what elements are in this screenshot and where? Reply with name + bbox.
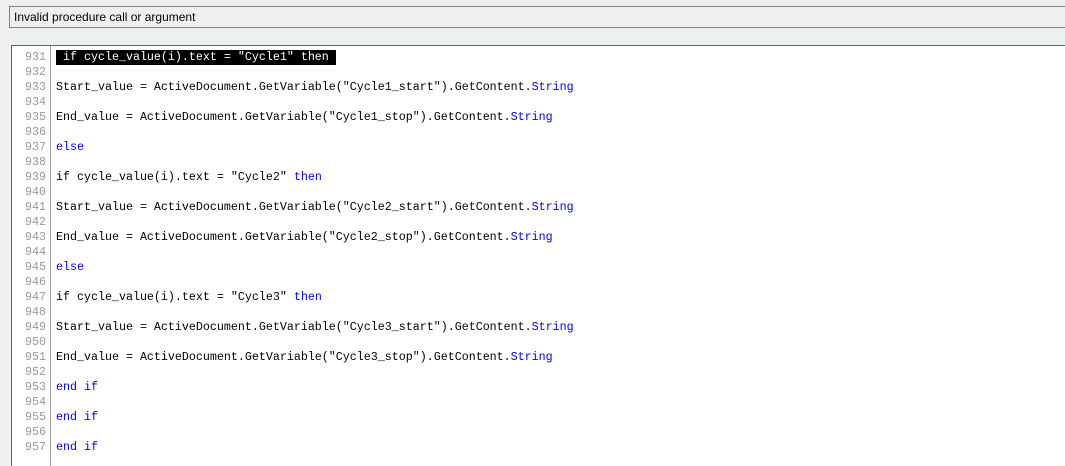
keyword-token: then [293,290,322,304]
code-text: End_value = ActiveDocument.GetVariable("… [56,230,553,245]
code-line[interactable]: 952 [12,365,1065,380]
code-line[interactable]: 947 if cycle_value(i).text = "Cycle3" the… [12,290,1065,305]
keyword-token: String [510,230,553,244]
line-number: 934 [25,95,46,109]
keyword-token: String [510,110,553,124]
code-text: else [56,140,84,155]
line-number: 949 [25,320,46,334]
keyword-token: else [56,140,84,154]
code-line[interactable]: 948 [12,305,1065,320]
code-line[interactable]: 957 end if [12,440,1065,455]
code-token: if cycle_value(i).text = "Cycle1" then [56,50,336,64]
code-text: end if [56,440,98,455]
line-number: 954 [25,395,46,409]
code-text: Start_value = ActiveDocument.GetVariable… [56,200,574,215]
line-number: 946 [25,275,46,289]
code-line[interactable]: 955 end if [12,410,1065,425]
code-line[interactable]: 939 if cycle_value(i).text = "Cycle2" the… [12,170,1065,185]
code-line[interactable]: 951 End_value = ActiveDocument.GetVariabl… [12,350,1065,365]
line-number: 933 [25,80,46,94]
line-number: 957 [25,440,46,454]
code-line[interactable]: 940 [12,185,1065,200]
code-text: End_value = ActiveDocument.GetVariable("… [56,110,553,125]
code-line[interactable]: 953 end if [12,380,1065,395]
code-line[interactable]: 946 [12,275,1065,290]
code-line[interactable]: 956 [12,425,1065,440]
keyword-token: String [531,320,574,334]
code-line[interactable]: 934 [12,95,1065,110]
line-number: 943 [25,230,46,244]
error-message-bar: Invalid procedure call or argument [9,6,1065,28]
code-line[interactable]: 937 else [12,140,1065,155]
code-token: Start_value = ActiveDocument.GetVariable… [56,320,532,334]
line-number: 938 [25,155,46,169]
code-text: Start_value = ActiveDocument.GetVariable… [56,80,574,95]
line-number: 948 [25,305,46,319]
keyword-token: end if [56,380,98,394]
code-line[interactable]: 950 [12,335,1065,350]
code-text: else [56,260,84,275]
code-line[interactable]: 941 Start_value = ActiveDocument.GetVaria… [12,200,1065,215]
code-line[interactable]: 938 [12,155,1065,170]
code-line[interactable]: 933 Start_value = ActiveDocument.GetVaria… [12,80,1065,95]
code-text: if cycle_value(i).text = "Cycle2" then [56,170,322,185]
line-number: 950 [25,335,46,349]
code-text: End_value = ActiveDocument.GetVariable("… [56,350,553,365]
code-token: if cycle_value(i).text = "Cycle3" [56,290,294,304]
code-token: End_value = ActiveDocument.GetVariable("… [56,350,511,364]
code-text: end if [56,410,98,425]
code-token: if cycle_value(i).text = "Cycle2" [56,170,294,184]
code-line[interactable]: 931 if cycle_value(i).text = "Cycle1" th… [12,50,1065,65]
line-number: 932 [25,65,46,79]
line-number: 936 [25,125,46,139]
keyword-token: String [531,80,574,94]
code-token: End_value = ActiveDocument.GetVariable("… [56,230,511,244]
code-token: End_value = ActiveDocument.GetVariable("… [56,110,511,124]
line-number: 942 [25,215,46,229]
line-number: 941 [25,200,46,214]
line-number: 955 [25,410,46,424]
keyword-token: String [510,350,553,364]
line-number: 951 [25,350,46,364]
code-line[interactable]: 949 Start_value = ActiveDocument.GetVaria… [12,320,1065,335]
code-text: if cycle_value(i).text = "Cycle3" then [56,290,322,305]
line-number: 947 [25,290,46,304]
line-number: 937 [25,140,46,154]
code-line[interactable]: 954 [12,395,1065,410]
code-text: Start_value = ActiveDocument.GetVariable… [56,320,574,335]
line-number: 952 [25,365,46,379]
code-text: end if [56,380,98,395]
keyword-token: else [56,260,84,274]
line-number: 931 [25,50,46,64]
line-number: 939 [25,170,46,184]
code-line[interactable]: 932 [12,65,1065,80]
line-number: 944 [25,245,46,259]
code-token: Start_value = ActiveDocument.GetVariable… [56,80,532,94]
keyword-token: end if [56,410,98,424]
code-line[interactable]: 936 [12,125,1065,140]
code-token: Start_value = ActiveDocument.GetVariable… [56,200,532,214]
code-line[interactable]: 943 End_value = ActiveDocument.GetVariabl… [12,230,1065,245]
highlighted-code-text: if cycle_value(i).text = "Cycle1" then [56,50,336,65]
code-line[interactable]: 935 End_value = ActiveDocument.GetVariabl… [12,110,1065,125]
code-line[interactable]: 942 [12,215,1065,230]
line-number: 935 [25,110,46,124]
line-number: 945 [25,260,46,274]
line-number: 956 [25,425,46,439]
keyword-token: end if [56,440,98,454]
code-line[interactable]: 945 else [12,260,1065,275]
code-editor[interactable]: 931 if cycle_value(i).text = "Cycle1" th… [11,45,1065,466]
line-number: 953 [25,380,46,394]
code-lines[interactable]: 931 if cycle_value(i).text = "Cycle1" th… [12,50,1065,455]
line-number: 940 [25,185,46,199]
code-line[interactable]: 944 [12,245,1065,260]
keyword-token: then [293,170,322,184]
keyword-token: String [531,200,574,214]
